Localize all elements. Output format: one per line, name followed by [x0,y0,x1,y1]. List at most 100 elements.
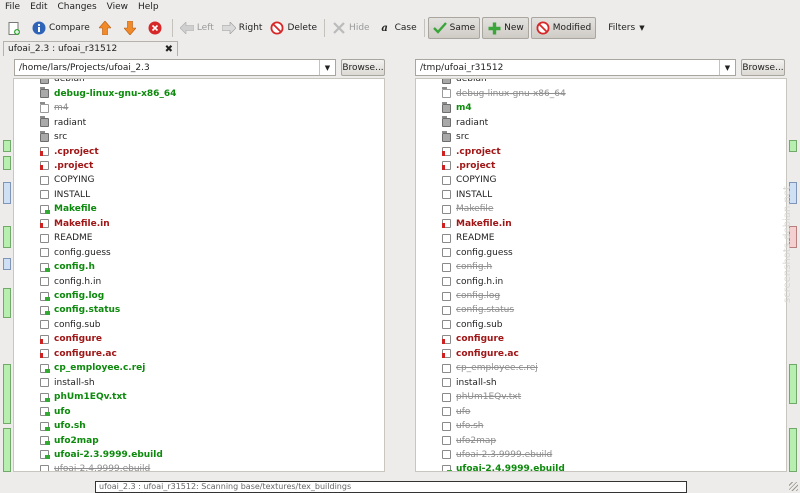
file-name: config.guess [456,247,513,258]
file-row[interactable]: COPYING [40,173,94,188]
new-comparison-button[interactable] [3,17,28,39]
file-row[interactable]: src [40,130,67,145]
file-row[interactable]: config.log [442,289,500,304]
filters-menu-button[interactable]: Filters ▼ [604,17,648,39]
file-row[interactable]: phUm1EQv.txt [40,390,127,405]
previous-change-button[interactable] [94,17,119,39]
file-row[interactable]: radiant [40,115,86,130]
file-row[interactable]: config.status [442,303,514,318]
file-row[interactable]: ufoai-2.3.9999.ebuild [40,448,163,463]
file-row[interactable]: config.sub [442,318,503,333]
copy-left-button[interactable]: Left [176,17,218,39]
file-row[interactable]: INSTALL [442,188,492,203]
file-row[interactable]: configure.ac [442,347,519,362]
right-path-combo[interactable]: /tmp/ufoai_r31512 ▼ [415,59,736,76]
file-row[interactable]: INSTALL [40,188,90,203]
file-row[interactable]: m4 [40,101,69,116]
menu-edit[interactable]: Edit [25,0,52,15]
file-row[interactable]: debug-linux-gnu-x86_64 [40,86,176,101]
file-row[interactable]: config.guess [40,245,111,260]
file-name: debug-linux-gnu-x86_64 [456,88,566,99]
file-row[interactable]: Makefile [40,202,97,217]
file-row[interactable]: config.h.in [40,274,101,289]
left-file-pane[interactable]: debian debug-linux-gnu-x86_64 m4 radiant src… [13,78,385,472]
file-row[interactable]: Makefile.in [442,217,512,232]
file-row[interactable]: ufo [40,404,71,419]
file-row[interactable]: radiant [442,115,488,130]
file-row[interactable]: ufo [442,404,470,419]
left-diff-map[interactable] [1,78,13,472]
file-row[interactable]: config.sub [40,318,101,333]
case-button[interactable]: a Case [374,17,421,39]
file-row[interactable]: .cproject [40,144,99,159]
menubar: File Edit Changes View Help [0,0,800,15]
tab-title: ufoai_2.3 : ufoai_r31512 [8,44,118,54]
hide-button[interactable]: Hide [328,17,374,39]
file-row[interactable]: ufoai-2.3.9999.ebuild [442,448,552,463]
file-row[interactable]: cp_employee.c.rej [442,361,538,376]
left-path-combo[interactable]: /home/lars/Projects/ufoai_2.3 ▼ [14,59,336,76]
file-icon [40,190,49,200]
file-row[interactable]: configure [442,332,504,347]
file-row[interactable]: Makefile.in [40,217,110,232]
file-row[interactable]: phUm1EQv.txt [442,390,521,405]
file-row[interactable]: ufoai-2.4.9999.ebuild [40,462,150,471]
file-row[interactable]: debian [40,79,85,87]
compare-button[interactable]: Compare [28,17,94,39]
file-row[interactable]: .project [40,159,93,174]
file-row[interactable]: README [442,231,494,246]
file-row[interactable]: install-sh [40,375,95,390]
menu-changes[interactable]: Changes [53,0,102,15]
file-icon [40,378,49,388]
file-row[interactable]: Makefile [442,202,493,217]
file-row[interactable]: configure.ac [40,347,117,362]
file-row[interactable]: cp_employee.c.rej [40,361,145,376]
file-row[interactable]: config.status [40,303,120,318]
file-row[interactable]: config.guess [442,245,513,260]
close-icon[interactable]: ✖ [165,44,173,55]
file-row[interactable]: configure [40,332,102,347]
file-row[interactable]: ufo.sh [40,419,86,434]
new-toggle[interactable]: New [482,17,529,39]
file-row[interactable]: config.log [40,289,104,304]
file-row[interactable]: config.h [40,260,95,275]
menu-help[interactable]: Help [133,0,164,15]
file-row[interactable]: .project [442,159,495,174]
stop-button[interactable] [144,17,169,39]
file-row[interactable]: ufo.sh [442,419,483,434]
menu-file[interactable]: File [0,0,25,15]
status-bar: ufoai_2.3 : ufoai_r31512: Scanning base/… [0,480,800,493]
file-row[interactable]: src [442,130,469,145]
stop-icon [148,21,162,35]
file-row[interactable]: ufo2map [442,433,496,448]
file-name: .project [54,160,94,171]
file-row[interactable]: ufo2map [40,433,99,448]
file-row[interactable]: config.h [442,260,492,275]
tab-comparison[interactable]: ufoai_2.3 : ufoai_r31512 ✖ [3,41,178,56]
file-row[interactable]: install-sh [442,375,497,390]
delete-button[interactable]: Delete [266,17,321,39]
right-browse-button[interactable]: Browse... [741,59,785,76]
file-icon [442,219,451,229]
file-name: .cproject [54,146,99,157]
file-icon [40,334,49,344]
file-row[interactable]: config.h.in [442,274,503,289]
resize-grip-icon[interactable] [789,482,798,491]
file-row[interactable]: README [40,231,92,246]
right-file-pane[interactable]: debian debug-linux-gnu-x86_64 m4 radiant src… [415,78,787,472]
file-row[interactable]: ufoai-2.4.9999.ebuild [442,462,565,471]
next-change-button[interactable] [119,17,144,39]
file-row[interactable]: debug-linux-gnu-x86_64 [442,86,566,101]
file-row[interactable]: COPYING [442,173,496,188]
copy-right-button[interactable]: Right [218,17,267,39]
menu-view[interactable]: View [102,0,133,15]
chevron-down-icon[interactable]: ▼ [719,60,735,75]
same-toggle[interactable]: Same [427,17,481,39]
file-row[interactable]: m4 [442,101,472,116]
file-row[interactable]: .cproject [442,144,501,159]
chevron-down-icon[interactable]: ▼ [319,60,335,75]
left-browse-button[interactable]: Browse... [341,59,385,76]
file-row[interactable]: debian [442,79,487,87]
modified-toggle[interactable]: Modified [530,17,597,39]
file-name: ufoai-2.3.9999.ebuild [54,449,163,460]
